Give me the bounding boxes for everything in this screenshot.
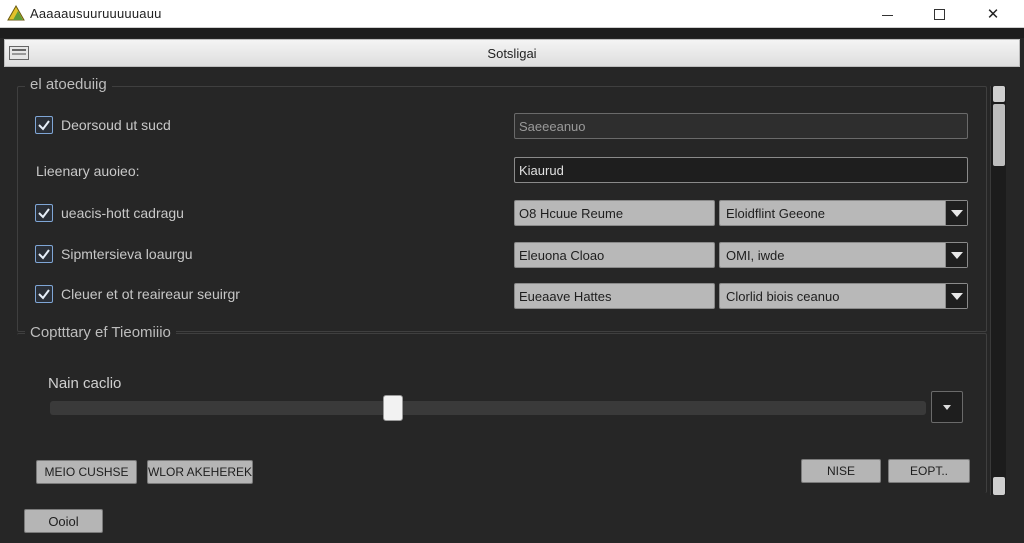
scroll-up-button[interactable] — [993, 86, 1005, 102]
option-3-checkbox[interactable] — [35, 204, 53, 222]
maximize-button[interactable] — [914, 0, 964, 28]
app-logo-icon — [7, 5, 25, 21]
option-4-checkbox[interactable] — [35, 245, 53, 263]
option-1-label: Deorsoud ut sucd — [61, 117, 171, 133]
option-4-dropdown[interactable]: OMI, iwde — [719, 242, 968, 268]
chevron-down-icon[interactable] — [945, 243, 967, 267]
slider-label: Nain caclio — [48, 375, 122, 392]
check-icon — [38, 249, 50, 260]
option-3-field[interactable]: O8 Hcuue Reume — [514, 200, 715, 226]
left-action-button-1[interactable]: MEIO CUSHSE — [36, 460, 137, 484]
minimize-icon — [881, 14, 893, 16]
maximize-icon — [933, 8, 945, 20]
option-row-5[interactable]: Cleuer et ot reaireaur seuirgr — [35, 285, 240, 303]
option-row-3[interactable]: ueacis-hott cadragu — [35, 204, 184, 222]
dialog-header: Sotsligai — [4, 39, 1020, 67]
option-4-field[interactable]: Eleuona Cloao — [514, 242, 715, 268]
window-title: Aaaaausuuruuuuuauu — [30, 6, 162, 21]
check-icon — [38, 208, 50, 219]
minimize-button[interactable] — [862, 0, 912, 28]
chevron-down-icon[interactable] — [945, 284, 967, 308]
scrollbar-thumb[interactable] — [993, 104, 1005, 166]
general-group-title: el atoeduiig — [25, 76, 112, 93]
close-button[interactable]: ✕ — [968, 0, 1018, 28]
option-5-checkbox[interactable] — [35, 285, 53, 303]
option-3-label: ueacis-hott cadragu — [61, 205, 184, 221]
slider-dropdown-button[interactable] — [931, 391, 963, 423]
scroll-down-button[interactable] — [993, 477, 1005, 495]
settings-panel: el atoeduiig Deorsoud ut sucd Saeeeanuo … — [0, 68, 1024, 543]
option-3-dropdown-value: Eloidflint Geeone — [726, 206, 826, 221]
option-5-field[interactable]: Eueaave Hattes — [514, 283, 715, 309]
option-row-4[interactable]: Sipmtersieva loaurgu — [35, 245, 193, 263]
right-action-button-2[interactable]: EOPT.. — [888, 459, 970, 483]
dialog-title: Sotsligai — [487, 46, 537, 61]
chevron-down-icon[interactable] — [945, 201, 967, 225]
left-action-button-2[interactable]: WLOR AKEHEREK — [147, 460, 253, 484]
slider-thumb[interactable] — [383, 395, 404, 421]
option-1-field[interactable]: Saeeeanuo — [514, 113, 968, 139]
option-row-1[interactable]: Deorsoud ut sucd — [35, 116, 171, 134]
window-titlebar: Aaaaausuuruuuuuauu ✕ — [0, 0, 1024, 28]
right-action-button-1[interactable]: NISE — [801, 459, 881, 483]
option-4-dropdown-value: OMI, iwde — [726, 248, 785, 263]
option-4-label: Sipmtersieva loaurgu — [61, 246, 193, 262]
check-icon — [38, 120, 50, 131]
playback-group-title: Coptttary ef Tieomiiio — [25, 324, 176, 341]
option-5-dropdown[interactable]: Clorlid biois ceanuo — [719, 283, 968, 309]
slider-track[interactable] — [50, 401, 926, 415]
vertical-scrollbar[interactable] — [990, 86, 1006, 495]
check-icon — [38, 289, 50, 300]
option-2-field[interactable]: Kiaurud — [514, 157, 968, 183]
toolbar-strip — [0, 28, 1024, 38]
close-icon: ✕ — [986, 6, 1000, 23]
option-3-dropdown[interactable]: Eloidflint Geeone — [719, 200, 968, 226]
option-5-label: Cleuer et ot reaireaur seuirgr — [61, 286, 240, 302]
option-2-label: Lieenary auoieo: — [36, 163, 140, 179]
option-1-checkbox[interactable] — [35, 116, 53, 134]
bottom-button[interactable]: Ooiol — [24, 509, 103, 533]
option-5-dropdown-value: Clorlid biois ceanuo — [726, 289, 840, 304]
